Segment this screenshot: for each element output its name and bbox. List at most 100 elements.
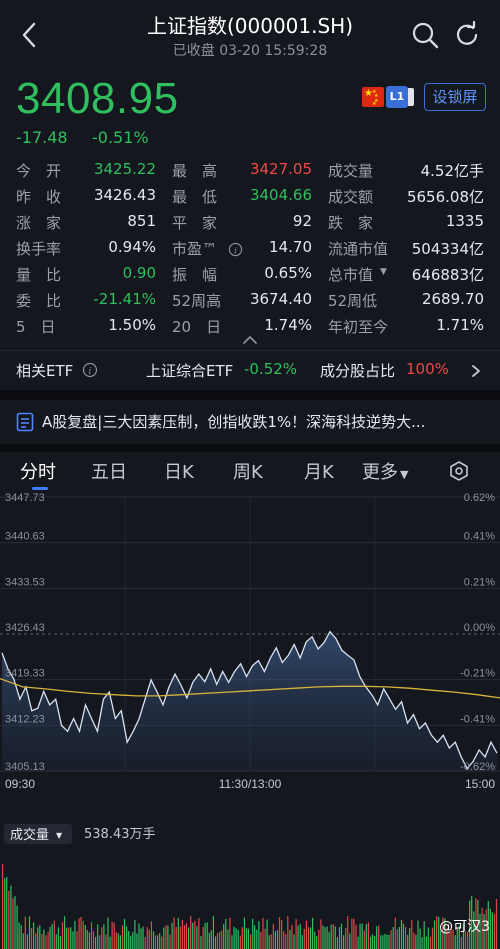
volume-bar [293, 934, 295, 949]
x-tick-label: 11:30/13:00 [219, 777, 282, 791]
volume-bar [425, 936, 427, 949]
volume-bar [76, 931, 78, 949]
volume-bar [345, 927, 347, 949]
news-banner[interactable]: A股复盘|三大因素压制，创指收跌1%！深海科技逆势大... [0, 400, 500, 444]
search-icon[interactable] [410, 20, 440, 50]
volume-bar [128, 931, 130, 949]
percent-tick-label: -0.21% [460, 668, 495, 680]
volume-bar [336, 937, 338, 949]
volume-bar [369, 936, 372, 949]
volume-bar [152, 931, 155, 949]
volume-bar [365, 924, 367, 949]
stat-label: 流通市值 [328, 240, 389, 258]
tab-weekly-k[interactable]: 周K [233, 458, 263, 484]
level-label: L1 [389, 90, 405, 103]
y-tick-label: 3426.43 [5, 622, 45, 634]
stat-label: 跌 家 [328, 214, 374, 232]
y-tick-label: 3447.73 [5, 492, 45, 504]
volume-bar [148, 929, 150, 949]
caret-down-icon: ▼ [400, 468, 409, 481]
tab-more[interactable]: 更多 ▼ [362, 458, 408, 484]
volume-bar [361, 923, 363, 949]
volume-bar [264, 928, 266, 949]
volume-bar [12, 898, 14, 949]
volume-bar [39, 925, 41, 949]
refresh-icon[interactable] [452, 20, 482, 50]
stat-value: 1335 [445, 212, 484, 230]
volume-bar [283, 931, 285, 949]
volume-bar [448, 933, 450, 949]
volume-bar [340, 923, 343, 949]
volume-bar [307, 927, 310, 949]
etf-name[interactable]: 上证综合ETF [146, 360, 233, 381]
level-badge[interactable]: L1 [386, 86, 414, 108]
volume-bar [411, 920, 413, 949]
volume-bar [37, 927, 39, 949]
stat-label: 成交量 [328, 162, 374, 180]
volume-bar [363, 930, 365, 949]
intraday-chart[interactable]: 3447.73 0.62% 3440.63 0.41% 3433.53 0.21% 3426… [0, 490, 500, 949]
chevron-right-icon[interactable] [470, 364, 482, 378]
volume-bar [68, 927, 70, 949]
volume-bar [126, 926, 128, 949]
volume-bar [303, 928, 305, 949]
volume-bar [400, 920, 403, 949]
volume-bar [433, 920, 436, 949]
svg-text:i: i [89, 367, 92, 377]
section-gap [0, 390, 500, 400]
related-etf-row[interactable]: 相关ETF i 上证综合ETF -0.52% 成分股占比 100% [0, 352, 500, 390]
tab-monthly-k[interactable]: 月K [304, 458, 334, 484]
y-tick-label: 3433.53 [5, 576, 45, 588]
volume-bar [289, 929, 291, 949]
volume-bar [380, 935, 382, 949]
tab-five-day[interactable]: 五日 [91, 458, 127, 484]
volume-bar [57, 927, 59, 949]
volume-bar [287, 916, 289, 949]
stat-value: 3425.22 [93, 160, 156, 178]
volume-bar [159, 933, 161, 949]
volume-bar [237, 929, 239, 949]
volume-bar [330, 924, 332, 949]
volume-bar [229, 917, 231, 949]
caret-down-icon: ▼ [56, 831, 63, 840]
info-icon[interactable]: i [82, 362, 98, 378]
volume-bar [10, 885, 12, 949]
stat-label: 振 幅 [172, 266, 218, 284]
info-icon[interactable]: i [228, 242, 243, 257]
stat-value: 0.90 [122, 264, 156, 282]
settings-icon[interactable] [449, 461, 469, 481]
volume-bar [121, 925, 124, 949]
volume-bar [183, 925, 186, 949]
stat-label: 委 比 [16, 292, 62, 310]
volume-bar [107, 917, 109, 949]
stats-row: 委 比 -21.41% 52周高 3674.40 52周低 2689.70 [0, 290, 500, 316]
stat-value: 92 [292, 212, 312, 230]
tab-intraday[interactable]: 分时 [20, 458, 56, 484]
stat-label: 最 低 [172, 188, 218, 206]
volume-bar [117, 933, 119, 949]
volume-bar [198, 917, 200, 949]
chevron-up-icon[interactable] [240, 334, 260, 346]
volume-bar [221, 930, 223, 949]
etf-label: 相关ETF [16, 362, 74, 380]
stat-value: 504334亿 [411, 240, 484, 258]
news-headline[interactable]: A股复盘|三大因素压制，创指收跌1%！深海科技逆势大... [42, 411, 425, 432]
volume-bar [276, 930, 279, 949]
header: 上证指数(000001.SH) 已收盘 03-20 15:59:28 [0, 0, 500, 70]
volume-bar [185, 923, 188, 949]
tab-daily-k[interactable]: 日K [164, 458, 194, 484]
volume-bar [41, 933, 43, 949]
volume-bar [256, 929, 258, 949]
volume-bar [190, 915, 192, 949]
lock-screen-button[interactable]: 设锁屏 [424, 83, 486, 111]
volume-bar [291, 925, 293, 949]
news-icon [16, 412, 34, 432]
volume-bar [177, 917, 179, 949]
stat-value: 0.94% [108, 238, 156, 256]
volume-bar [55, 934, 57, 949]
volume-bar [427, 927, 429, 949]
caret-down-icon[interactable]: ▼ [380, 267, 387, 277]
stat-value: 1.71% [436, 316, 484, 334]
volume-bar [24, 916, 26, 949]
volume-bar [415, 934, 417, 949]
